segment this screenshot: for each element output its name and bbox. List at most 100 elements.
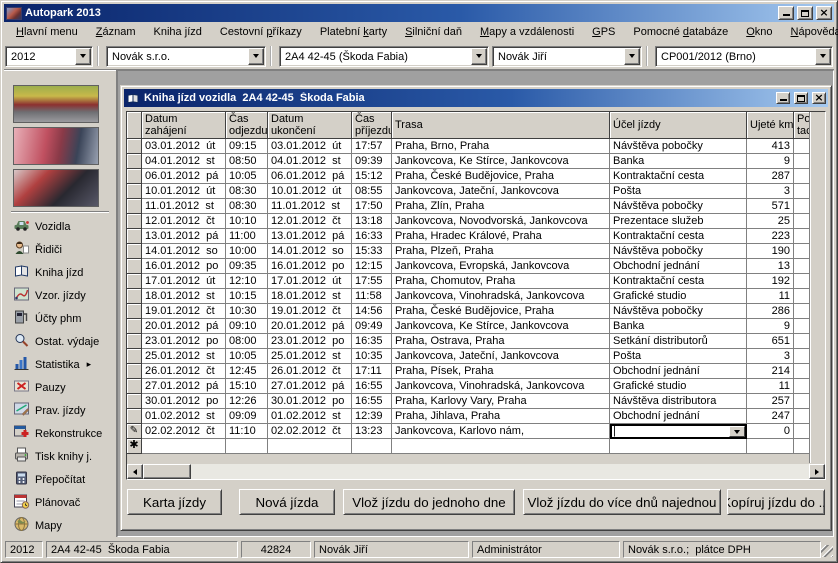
cell[interactable]: 571 <box>747 199 794 214</box>
cell[interactable]: Kontraktační cesta <box>610 229 747 244</box>
combo-year[interactable]: 2012 <box>5 46 93 67</box>
cell[interactable]: Návštěva pobočky <box>610 139 747 154</box>
row-selector[interactable]: ✎ <box>127 424 142 439</box>
menu-item-7[interactable]: Mapy a vzdálenosti <box>471 23 583 42</box>
cell[interactable]: Grafické studio <box>610 289 747 304</box>
sidebar-item-stats[interactable]: Statistika▸ <box>4 353 116 376</box>
sidebar-item-magnifier[interactable]: Ostat. výdaje <box>4 330 116 353</box>
column-header-2[interactable]: Čas odjezdu <box>226 112 268 139</box>
cell[interactable]: 11 <box>747 379 794 394</box>
scroll-left-button[interactable] <box>127 464 143 479</box>
resize-grip[interactable] <box>821 545 833 557</box>
sidebar-item-reconstruct[interactable]: Rekonstrukce <box>4 422 116 445</box>
menu-item-9[interactable]: Pomocné databáze <box>624 23 737 42</box>
purpose-edit-combo[interactable]: | <box>610 424 747 439</box>
scroll-thumb[interactable] <box>143 464 191 479</box>
row-selector[interactable] <box>127 304 142 319</box>
action-button-5[interactable]: Kopíruj jízdu do ... <box>727 489 825 515</box>
action-button-3[interactable]: Vlož jízdu do jednoho dne <box>343 489 515 515</box>
cell[interactable]: Návštěva pobočky <box>610 244 747 259</box>
menu-item-3[interactable]: Kniha jízd <box>145 23 211 42</box>
action-button-2[interactable]: Nová jízda <box>239 489 335 515</box>
cell[interactable]: 257 <box>747 394 794 409</box>
cell[interactable]: 13 <box>747 259 794 274</box>
combo-driver[interactable]: Novák Jiří <box>492 46 642 67</box>
menu-item-10[interactable]: Okno <box>737 23 781 42</box>
cell[interactable]: Kontraktační cesta <box>610 169 747 184</box>
cell[interactable]: Obchodní jednání <box>610 364 747 379</box>
cell[interactable]: Návštěva distributora <box>610 394 747 409</box>
sidebar-item-rules[interactable]: Prav. jízdy <box>4 399 116 422</box>
row-selector[interactable] <box>127 184 142 199</box>
close-button[interactable]: × <box>816 6 832 20</box>
sidebar-item-printer[interactable]: Tisk knihy j. <box>4 445 116 468</box>
cell[interactable]: 287 <box>747 169 794 184</box>
combo-driver-dropdown-button[interactable] <box>624 48 640 65</box>
row-selector[interactable] <box>127 349 142 364</box>
cell[interactable]: 0 <box>747 424 794 439</box>
cell[interactable]: Návštěva pobočky <box>610 304 747 319</box>
column-header-8[interactable]: Po tac <box>794 112 809 139</box>
sidebar-item-recalc[interactable]: Přepočítat <box>4 468 116 491</box>
row-selector[interactable] <box>127 214 142 229</box>
cell[interactable]: 214 <box>747 364 794 379</box>
column-header-1[interactable]: Datum zahájení <box>142 112 226 139</box>
column-header-3[interactable]: Datum ukončení <box>268 112 352 139</box>
menu-item-8[interactable]: GPS <box>583 23 624 42</box>
menu-item-11[interactable]: Nápověda <box>782 23 838 42</box>
child-minimize-button[interactable] <box>776 92 790 104</box>
row-selector[interactable] <box>127 154 142 169</box>
cell[interactable]: 192 <box>747 274 794 289</box>
cell[interactable]: 413 <box>747 139 794 154</box>
cell[interactable]: 3 <box>747 184 794 199</box>
maximize-button[interactable] <box>797 6 813 20</box>
row-selector[interactable] <box>127 169 142 184</box>
menu-item-2[interactable]: Záznam <box>87 23 145 42</box>
sidebar-item-driver[interactable]: Řidiči <box>4 238 116 261</box>
sidebar-item-pause[interactable]: Pauzy <box>4 376 116 399</box>
new-row-selector[interactable]: ✱ <box>127 439 142 454</box>
row-selector[interactable] <box>127 319 142 334</box>
column-header-7[interactable]: Ujeté km <box>747 112 794 139</box>
cell[interactable]: 9 <box>747 154 794 169</box>
row-selector[interactable] <box>127 379 142 394</box>
cell[interactable]: 3 <box>747 349 794 364</box>
minimize-button[interactable] <box>778 6 794 20</box>
column-header-4[interactable]: Čas příjezdu <box>352 112 392 139</box>
combo-trip-order-dropdown-button[interactable] <box>815 48 831 65</box>
cell[interactable]: Návštěva pobočky <box>610 199 747 214</box>
sidebar-item-globe[interactable]: Mapy <box>4 514 116 537</box>
menu-item-1[interactable]: Hlavní menu <box>7 23 87 42</box>
menu-item-5[interactable]: Platební karty <box>311 23 396 42</box>
cell[interactable]: Setkání distributorů <box>610 334 747 349</box>
vertical-scroll-gutter[interactable] <box>809 112 825 463</box>
cell[interactable]: Banka <box>610 154 747 169</box>
scroll-right-button[interactable] <box>809 464 825 479</box>
row-selector[interactable] <box>127 394 142 409</box>
combo-vehicle-dropdown-button[interactable] <box>471 48 487 65</box>
row-selector[interactable] <box>127 259 142 274</box>
row-selector[interactable] <box>127 229 142 244</box>
row-selector[interactable] <box>127 364 142 379</box>
cell[interactable]: Obchodní jednání <box>610 409 747 424</box>
child-maximize-button[interactable] <box>794 92 808 104</box>
row-selector[interactable] <box>127 274 142 289</box>
cell[interactable]: Grafické studio <box>610 379 747 394</box>
child-close-button[interactable]: × <box>812 92 826 104</box>
row-selector[interactable] <box>127 139 142 154</box>
cell[interactable]: 9 <box>747 319 794 334</box>
scroll-track[interactable] <box>191 464 809 479</box>
sidebar-item-planner[interactable]: Plánovač <box>4 491 116 514</box>
cell[interactable]: 190 <box>747 244 794 259</box>
cell[interactable]: 651 <box>747 334 794 349</box>
row-selector[interactable] <box>127 289 142 304</box>
cell[interactable]: 223 <box>747 229 794 244</box>
action-button-4[interactable]: Vlož jízdu do více dnů najednou <box>523 489 721 515</box>
combo-company-dropdown-button[interactable] <box>248 48 264 65</box>
column-header-6[interactable]: Účel jízdy <box>610 112 747 139</box>
cell[interactable]: 25 <box>747 214 794 229</box>
sidebar-item-book[interactable]: Kniha jízd <box>4 261 116 284</box>
cell[interactable]: Prezentace služeb <box>610 214 747 229</box>
sidebar-item-car[interactable]: Vozidla <box>4 215 116 238</box>
cell[interactable]: Banka <box>610 319 747 334</box>
